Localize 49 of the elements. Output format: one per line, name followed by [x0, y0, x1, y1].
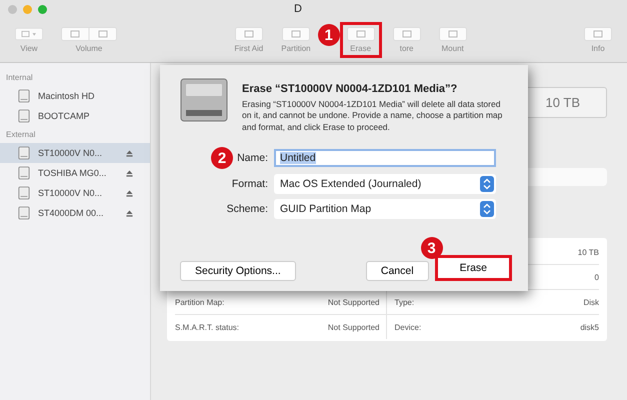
info-value: 0 — [594, 272, 599, 282]
eject-icon[interactable] — [126, 150, 133, 156]
info-value: Not Supported — [328, 322, 380, 332]
toolbar-icon — [234, 27, 263, 41]
callout-badge: 1 — [318, 24, 340, 46]
eject-icon[interactable] — [126, 170, 133, 176]
eject-icon[interactable] — [126, 210, 133, 216]
toolbar-icon — [584, 27, 612, 41]
field-label: Name: — [237, 152, 268, 164]
dialog-button[interactable]: Erase — [434, 255, 512, 281]
toolbar-icon — [346, 27, 375, 41]
field-label: Format: — [232, 178, 268, 190]
info-value: 10 TB — [578, 248, 599, 256]
sidebar-item[interactable]: TOSHIBA MG0... — [0, 163, 150, 183]
sidebar-heading: External — [5, 129, 36, 141]
info-value: Disk — [583, 298, 599, 306]
hard-drive-icon — [180, 77, 228, 123]
popup-menu[interactable]: Mac OS Extended (Journaled) — [274, 174, 496, 194]
stepper-icon — [480, 201, 494, 218]
sidebar-item[interactable]: ST10000V N0... — [0, 143, 150, 163]
info-label: Type: — [394, 298, 414, 306]
toolbar-icon — [392, 27, 421, 41]
info-label: Partition Map: — [175, 298, 224, 306]
toolbar-icon — [15, 27, 43, 41]
toolbar-icon — [282, 27, 310, 41]
stepper-icon — [480, 176, 494, 192]
name-field[interactable]: Untitled — [274, 149, 496, 168]
popup-menu[interactable]: GUID Partition Map — [274, 199, 496, 220]
window-title: D — [294, 3, 302, 15]
dialog-button[interactable]: Security Options... — [180, 261, 296, 281]
sidebar-item[interactable]: ST4000DM 00... — [0, 203, 150, 223]
toolbar-icon — [61, 27, 117, 41]
sidebar-heading: Internal — [5, 72, 34, 84]
sidebar-item[interactable]: BOOTCAMP — [0, 106, 150, 126]
info-label: Device: — [394, 322, 422, 332]
sidebar-item[interactable]: Macintosh HD — [0, 86, 150, 106]
info-value: disk5 — [580, 322, 599, 332]
callout-badge: 3 — [420, 237, 443, 259]
dialog-button[interactable]: Cancel — [366, 261, 429, 281]
eject-icon[interactable] — [126, 190, 133, 196]
dialog-title: Erase “ST10000V N0004-1ZD101 Media”? — [242, 83, 458, 95]
dialog-message: Erasing “ST10000V N0004-1ZD101 Media” will delete all data stored on it, and cannot be undone. Provide a name, choose a partition map and format, and click Erase to proceed. — [242, 99, 504, 134]
info-value: Not Supported — [328, 298, 380, 306]
callout-badge: 2 — [211, 147, 234, 170]
info-label: S.M.A.R.T. status: — [175, 322, 240, 332]
zoom-icon[interactable] — [38, 4, 47, 14]
sidebar-item[interactable]: ST10000V N0... — [0, 183, 150, 203]
field-label: Scheme: — [226, 203, 268, 216]
toolbar-icon — [438, 27, 467, 41]
